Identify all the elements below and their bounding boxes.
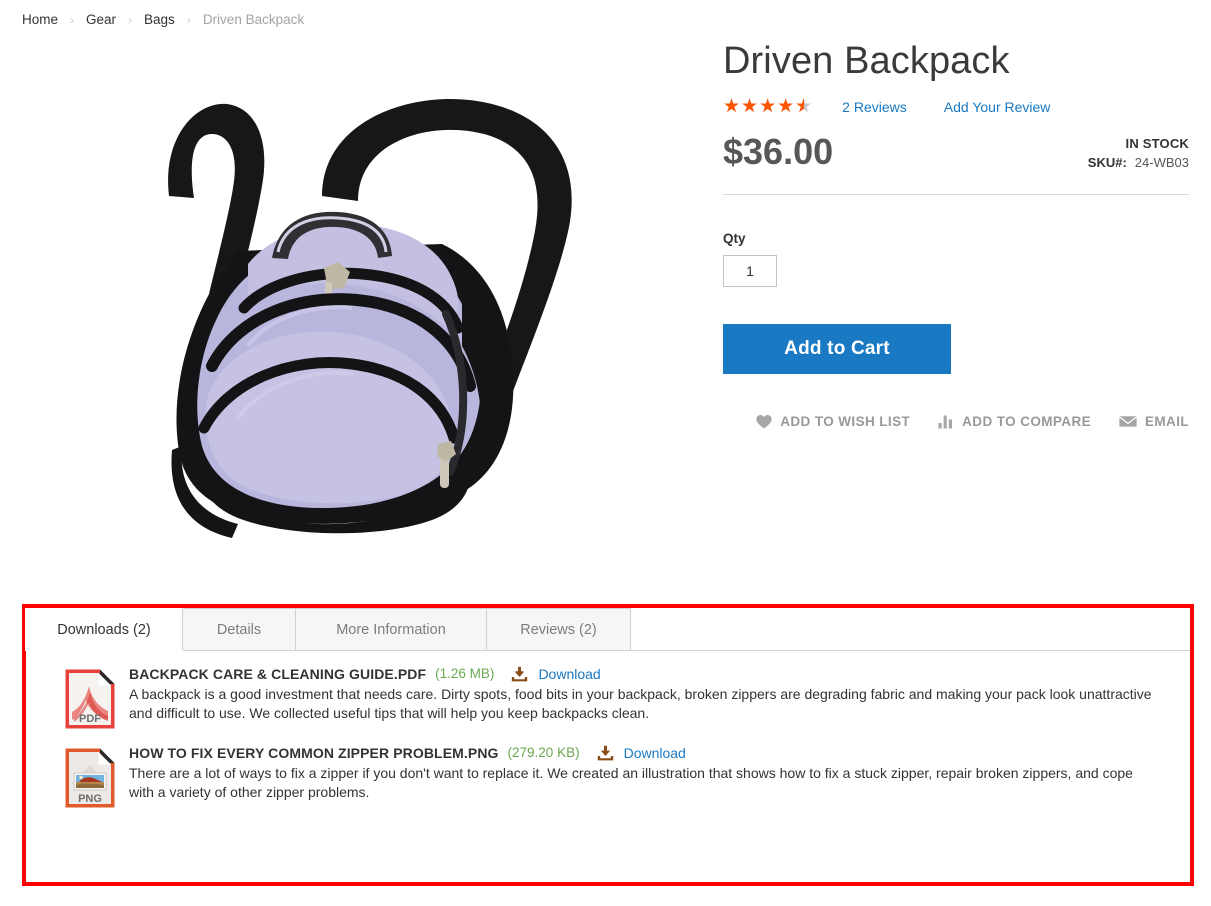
breadcrumb-item-current: Driven Backpack	[202, 12, 305, 27]
download-item-header: HOW TO FIX EVERY COMMON ZIPPER PROBLEM.P…	[129, 745, 1190, 762]
add-to-wish-list-button[interactable]: ADD TO WISH LIST	[756, 414, 910, 429]
png-icon-label: PNG	[78, 793, 102, 805]
download-item-body: HOW TO FIX EVERY COMMON ZIPPER PROBLEM.P…	[129, 744, 1190, 802]
breadcrumb-separator-icon: ›	[186, 12, 191, 27]
add-to-wish-list-label: ADD TO WISH LIST	[780, 413, 911, 429]
compare-bars-icon	[938, 414, 954, 429]
download-file-name: BACKPACK CARE & CLEANING GUIDE.PDF	[129, 666, 427, 682]
breadcrumb-separator-icon: ›	[128, 12, 133, 27]
pdf-icon-label: PDF	[79, 713, 101, 725]
breadcrumb: Home › Gear › Bags › Driven Backpack	[22, 12, 304, 27]
secondary-actions: ADD TO WISH LIST ADD TO COMPARE EMAIL	[723, 414, 1189, 429]
tab-details[interactable]: Details	[182, 608, 296, 650]
download-description: A backpack is a good investment that nee…	[129, 685, 1152, 721]
star-rating[interactable]: ★★★★★ ★★★★★	[723, 97, 813, 116]
product-tabs: Downloads (2) Details More Information R…	[25, 608, 1190, 651]
stock-info: IN STOCK SKU#: 24-WB03	[1088, 136, 1189, 170]
add-your-review-link[interactable]: Add Your Review	[944, 99, 1051, 115]
add-to-compare-label: ADD TO COMPARE	[962, 413, 1091, 429]
envelope-icon	[1119, 415, 1137, 428]
download-file-size: (1.26 MB)	[435, 666, 495, 682]
product-image-gallery[interactable]	[22, 46, 702, 546]
status-badge: IN STOCK	[1125, 135, 1189, 151]
download-description: There are a lot of ways to fix a zipper …	[129, 764, 1133, 800]
sku-value: 24-WB03	[1134, 154, 1189, 170]
breadcrumb-item-gear[interactable]: Gear	[86, 12, 116, 27]
rating-summary: ★★★★★ ★★★★★ 2 Reviews Add Your Review	[723, 96, 1189, 118]
list-item: PDF BACKPACK CARE & CLEANING GUIDE.PDF (…	[26, 665, 1190, 730]
pdf-file-icon: PDF	[64, 668, 116, 730]
download-icon[interactable]	[597, 745, 614, 761]
download-link[interactable]: Download	[538, 666, 600, 683]
download-file-size: (279.20 KB)	[507, 745, 580, 761]
sku-line: SKU#: 24-WB03	[1088, 155, 1189, 170]
section-divider	[723, 193, 1189, 195]
email-button[interactable]: EMAIL	[1119, 414, 1189, 429]
page-title: Driven Backpack	[723, 40, 1010, 82]
add-to-compare-button[interactable]: ADD TO COMPARE	[938, 414, 1091, 429]
download-icon[interactable]	[511, 666, 528, 682]
tab-more-information[interactable]: More Information	[295, 608, 487, 650]
tab-downloads[interactable]: Downloads (2)	[25, 608, 183, 651]
reviews-count-link[interactable]: 2 Reviews	[842, 99, 907, 115]
add-to-cart-button[interactable]: Add to Cart	[723, 323, 951, 374]
download-link[interactable]: Download	[624, 745, 686, 762]
price-and-stock-row: $36.00 IN STOCK SKU#: 24-WB03	[723, 132, 1189, 186]
email-label: EMAIL	[1145, 413, 1189, 429]
png-file-icon: PNG	[64, 747, 116, 809]
quantity-input[interactable]	[723, 254, 777, 287]
download-file-name: HOW TO FIX EVERY COMMON ZIPPER PROBLEM.P…	[129, 745, 499, 761]
star-rating-filled: ★★★★★	[723, 97, 804, 117]
download-item-body: BACKPACK CARE & CLEANING GUIDE.PDF (1.26…	[129, 665, 1190, 723]
list-item: PNG HOW TO FIX EVERY COMMON ZIPPER PROBL…	[26, 744, 1190, 809]
tab-reviews[interactable]: Reviews (2)	[486, 608, 631, 650]
breadcrumb-item-home[interactable]: Home	[22, 12, 58, 27]
breadcrumb-separator-icon: ›	[70, 12, 75, 27]
downloads-list: PDF BACKPACK CARE & CLEANING GUIDE.PDF (…	[26, 665, 1190, 823]
sku-label: SKU#:	[1087, 154, 1127, 170]
download-item-header: BACKPACK CARE & CLEANING GUIDE.PDF (1.26…	[129, 666, 1190, 683]
breadcrumb-item-bags[interactable]: Bags	[144, 12, 175, 27]
qty-label: Qty	[723, 230, 746, 246]
heart-icon	[756, 414, 772, 429]
product-info-panel: Driven Backpack ★★★★★ ★★★★★ 2 Reviews Ad…	[723, 40, 1189, 429]
product-image-backpack	[22, 46, 702, 546]
